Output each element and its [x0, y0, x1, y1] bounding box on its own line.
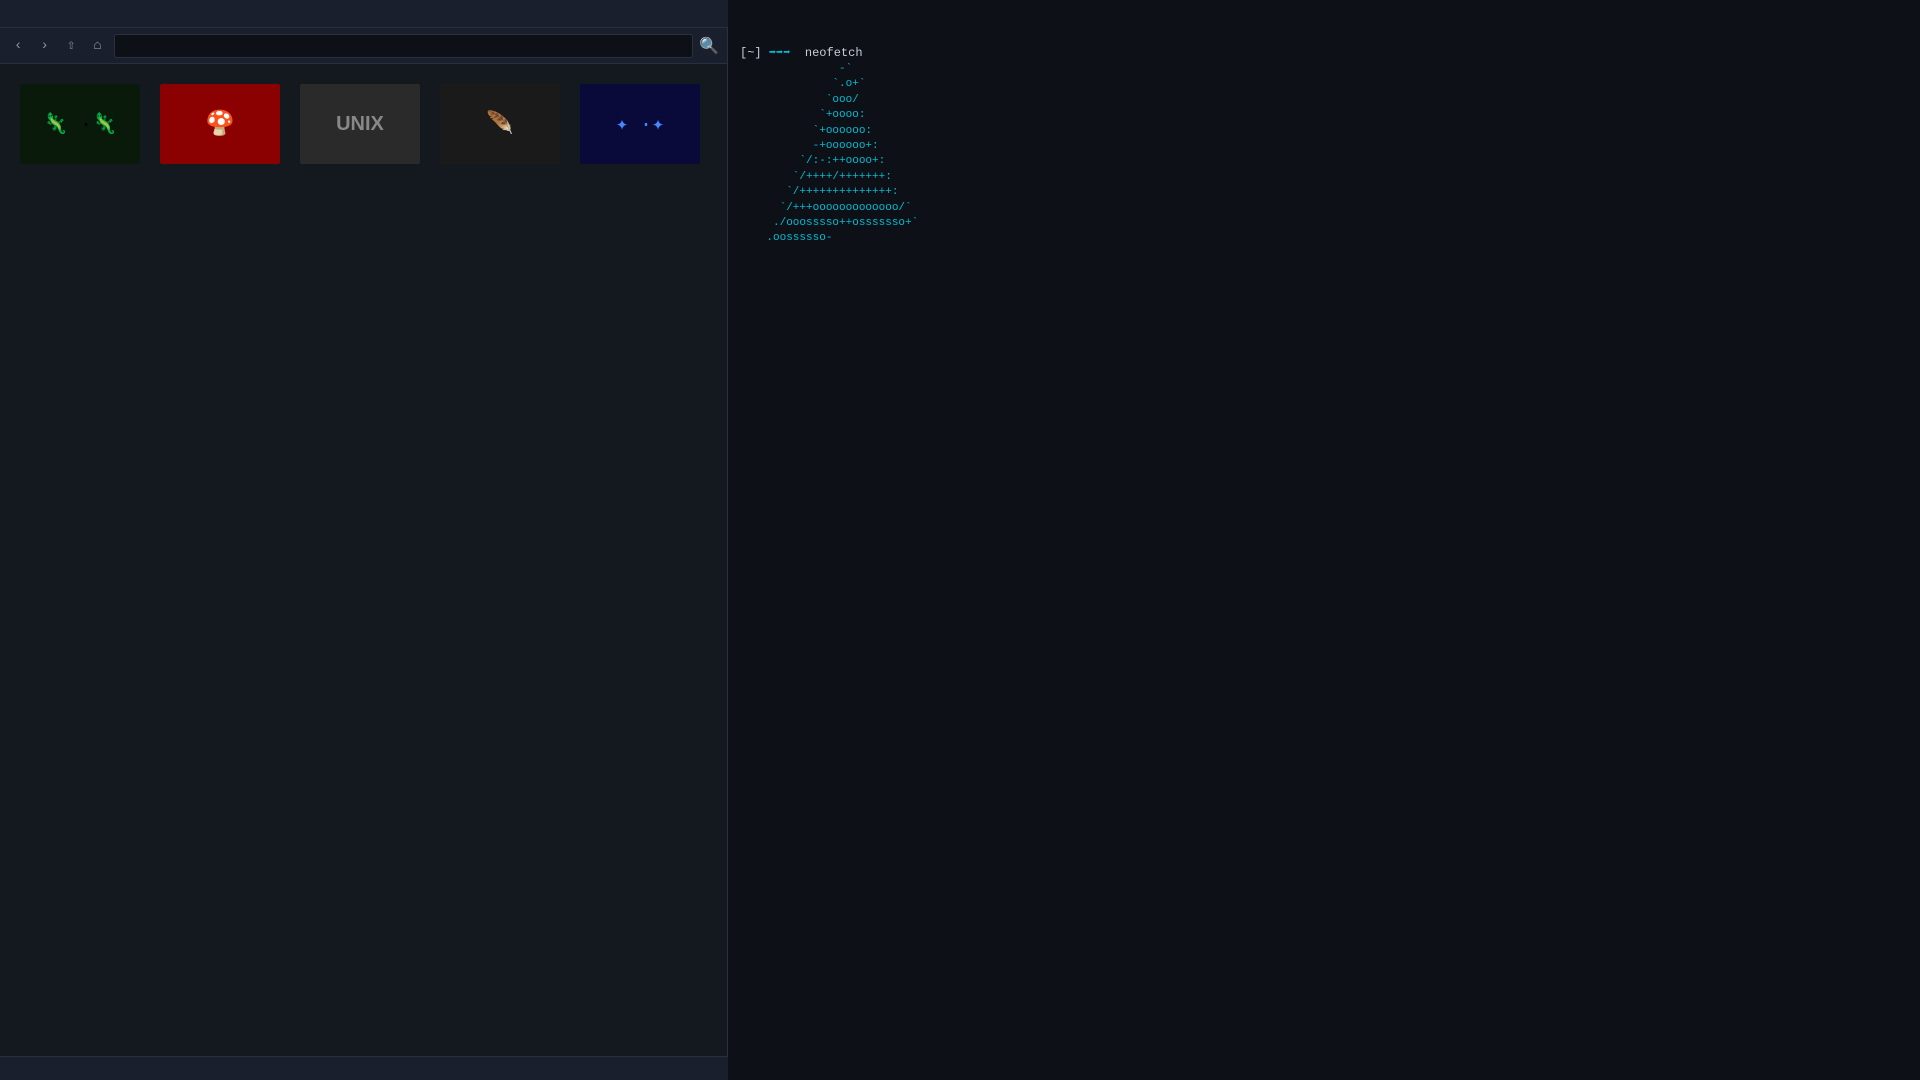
back-button[interactable]: ‹: [8, 36, 28, 56]
neofetch-display: -` `.o+` `ooo/ `+oooo: `+oooooo: -+ooooo…: [740, 62, 1908, 247]
thumbnail-item-4[interactable]: 🪶: [440, 84, 560, 170]
prompt-line-1: [~] ➡➡➡ neofetch: [740, 44, 1908, 62]
thumb-art-3: UNIX: [336, 113, 384, 136]
home-button[interactable]: ⌂: [87, 36, 107, 56]
thumb-art-2: 🍄: [205, 109, 235, 139]
terminal-panel[interactable]: [~] ➡➡➡ neofetch -` `.o+` `ooo/ `+oooo: …: [728, 28, 1920, 1080]
thumb-art-5: ✦ ·✦: [616, 111, 664, 137]
up-button[interactable]: ⇧: [61, 35, 81, 56]
thumbnail-item-5[interactable]: ✦ ·✦: [580, 84, 700, 170]
file-manager: ‹ › ⇧ ⌂ 🔍 🦎 ·🦎 🍄: [0, 28, 728, 1080]
main-area: ‹ › ⇧ ⌂ 🔍 🦎 ·🦎 🍄: [0, 28, 1920, 1080]
forward-button[interactable]: ›: [34, 36, 54, 56]
thumbnail-item-3[interactable]: UNIX: [300, 84, 420, 170]
monitor-ids: [728, 28, 1920, 36]
thumb-art-4: 🪶: [486, 111, 513, 137]
thumb-art-1: 🦎 ·🦎: [43, 111, 117, 137]
search-icon[interactable]: 🔍: [699, 36, 719, 56]
terminal-content[interactable]: [~] ➡➡➡ neofetch -` `.o+` `ooo/ `+oooo: …: [728, 36, 1920, 1080]
status-bar: [0, 1056, 728, 1080]
thumbnails-grid: 🦎 ·🦎 🍄 UNIX: [20, 84, 707, 170]
thumbnails-area: 🦎 ·🦎 🍄 UNIX: [0, 64, 727, 1056]
address-bar[interactable]: [114, 34, 693, 58]
toolbar: ‹ › ⇧ ⌂ 🔍: [0, 28, 727, 64]
menubar: [0, 0, 728, 28]
thumbnail-item-1[interactable]: 🦎 ·🦎: [20, 84, 140, 170]
thumbnail-item-2[interactable]: 🍄: [160, 84, 280, 170]
neofetch-ascii-art: -` `.o+` `ooo/ `+oooo: `+oooooo: -+ooooo…: [740, 62, 1060, 247]
